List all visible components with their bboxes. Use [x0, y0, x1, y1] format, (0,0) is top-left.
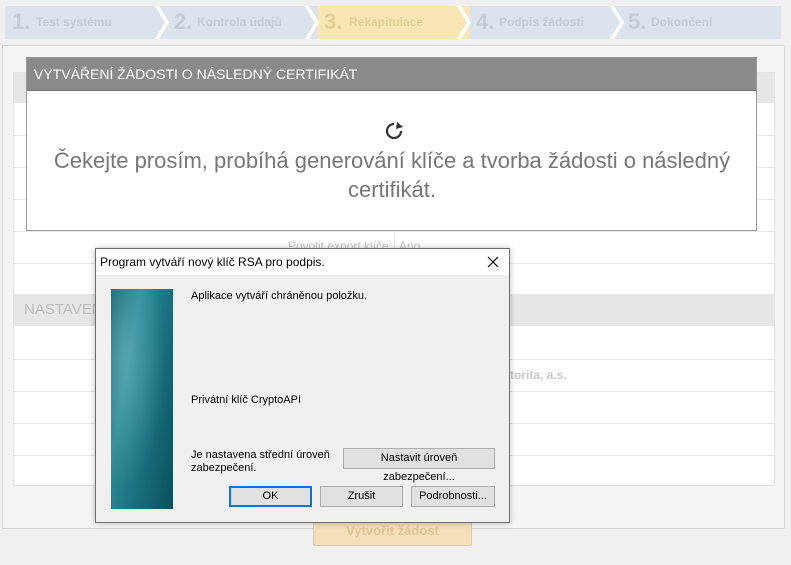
- ok-button[interactable]: OK: [229, 486, 312, 507]
- set-security-level-button[interactable]: Nastavit úroveň zabezpečení...: [343, 448, 495, 483]
- step-separator-icon: [155, 6, 169, 39]
- step-5: 5. Dokončení: [623, 6, 781, 39]
- cancel-button[interactable]: Zrušit: [320, 486, 403, 507]
- step-number: 2.: [174, 9, 193, 34]
- step-1: 1. Test systému: [5, 6, 168, 39]
- crypto-key-dialog: Program vytváří nový klíč RSA pro podpis…: [95, 248, 510, 523]
- step-label: Rekapitulace: [349, 15, 424, 29]
- progress-modal: VYTVÁŘENÍ ŽÁDOSTI O NÁSLEDNÝ CERTIFIKÁT …: [26, 57, 757, 231]
- row-divider: [14, 231, 774, 232]
- step-number: 4.: [476, 9, 495, 34]
- dialog-title: Program vytváří nový klíč RSA pro podpis…: [100, 255, 325, 269]
- step-2: 2. Kontrola údajů: [168, 6, 318, 39]
- wizard-steps: 1. Test systému 2. Kontrola údajů 3. Rek…: [5, 6, 781, 39]
- protected-item-name: Privátní klíč CryptoAPI: [191, 394, 302, 406]
- step-3: 3. Rekapitulace: [318, 6, 470, 39]
- dialog-titlebar: Program vytváří nový klíč RSA pro podpis…: [96, 249, 509, 275]
- close-icon[interactable]: [483, 252, 503, 272]
- modal-message: Čekejte prosím, probíhá generování klíče…: [53, 148, 731, 202]
- step-number: 3.: [324, 9, 343, 34]
- step-separator-icon: [457, 6, 471, 39]
- modal-title: VYTVÁŘENÍ ŽÁDOSTI O NÁSLEDNÝ CERTIFIKÁT: [27, 58, 756, 91]
- dialog-message: Aplikace vytváří chráněnou položku.: [191, 290, 368, 302]
- step-number: 1.: [12, 9, 31, 34]
- loading-spinner-icon: [385, 122, 403, 140]
- details-button[interactable]: Podrobnosti...: [411, 486, 495, 507]
- security-level-text: Je nastavena střední úroveň zabezpečení.: [191, 449, 330, 474]
- step-separator-icon: [610, 6, 624, 39]
- dialog-banner-image: [111, 289, 173, 509]
- step-label: Podpis žádosti: [499, 15, 584, 29]
- step-label: Dokončení: [651, 15, 713, 29]
- step-4: 4. Podpis žádosti: [470, 6, 623, 39]
- step-separator-icon: [305, 6, 319, 39]
- step-number: 5.: [628, 9, 647, 34]
- step-label: Test systému: [36, 15, 112, 29]
- step-label: Kontrola údajů: [197, 15, 282, 29]
